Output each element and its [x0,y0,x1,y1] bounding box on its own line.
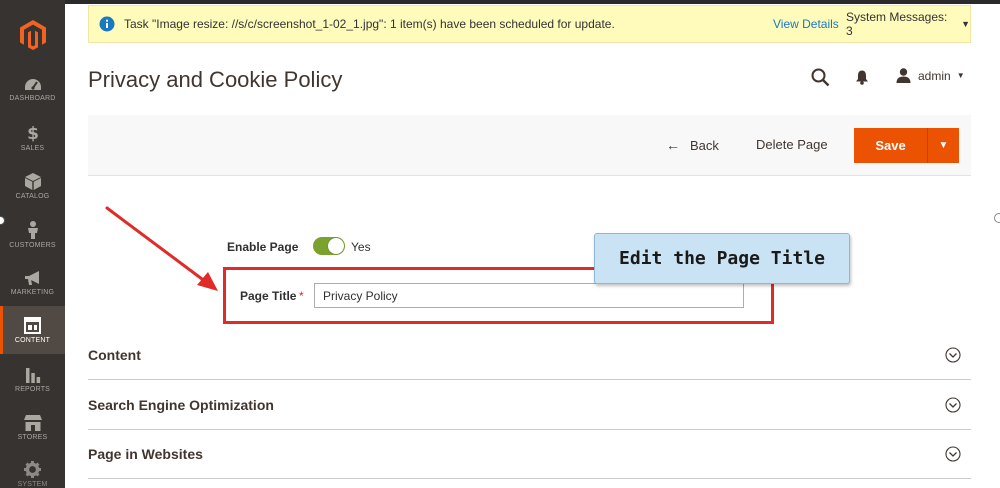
enable-page-toggle[interactable] [313,237,345,255]
sidebar-item-label: SYSTEM [17,480,48,488]
sidebar-item-catalog[interactable]: CATALOG [0,162,65,210]
sidebar-item-reports[interactable]: REPORTS [0,355,65,403]
sidebar-item-system[interactable]: SYSTEM [0,450,65,488]
enable-page-value: Yes [351,240,371,254]
sidebar-item-label: MARKETING [10,288,55,296]
system-messages-dropdown[interactable]: System Messages: 3 ▼ [846,10,970,38]
arrow-left-icon: ← [666,137,680,153]
caret-down-icon: ▼ [961,19,970,29]
view-details-link[interactable]: View Details [773,17,839,31]
section-title: Content [88,347,141,363]
sidebar-item-label: DASHBOARD [9,95,56,102]
chevron-down-circle-icon [945,446,961,462]
top-edge-bar [0,0,1000,4]
admin-username: admin [918,68,951,83]
chevron-down-circle-icon [945,397,961,413]
magento-logo-icon [19,20,46,50]
user-icon [896,68,911,83]
page-title: Privacy and Cookie Policy [88,67,343,92]
edit-page-title-callout: Edit the Page Title [594,233,850,284]
dashboard-icon [24,79,41,90]
megaphone-icon [24,270,39,285]
cube-icon [24,172,41,190]
bell-icon[interactable] [855,70,869,85]
caret-down-icon: ▼ [938,140,949,151]
layout-icon [24,316,41,334]
sidebar-item-label: STORES [17,434,48,441]
save-options-toggle[interactable]: ▼ [927,128,959,163]
toggle-knob [328,238,344,254]
svg-text:$: $ [27,124,39,142]
dollar-icon: $ [27,124,39,142]
gear-icon [24,460,41,478]
admin-user-menu[interactable]: admin ▼ [896,68,965,83]
sidebar-item-label: CATALOG [15,192,50,200]
chevron-down-circle-icon [945,347,961,363]
magento-logo[interactable] [0,4,65,66]
enable-page-label: Enable Page [227,240,299,254]
right-edge-handle [994,213,1000,223]
system-messages-label: System Messages: 3 [846,10,948,38]
sidebar-item-label: CONTENT [14,336,51,344]
section-title: Page in Websites [88,446,203,462]
sidebar-item-label: SALES [20,145,45,152]
section-content[interactable]: Content [88,331,971,380]
caret-down-icon: ▼ [956,71,965,80]
sidebar-item-marketing[interactable]: MARKETING [0,259,65,307]
page-actions-bar: ← Back Delete Page Save ▼ [88,115,971,176]
section-seo[interactable]: Search Engine Optimization [88,381,971,430]
info-icon [99,16,115,32]
admin-sidebar: DASHBOARD $ SALES CATALOG CUSTOMERS MARK… [0,0,65,488]
sidebar-item-label: REPORTS [14,385,51,393]
page-title-input[interactable] [314,283,744,308]
sidebar-item-content[interactable]: CONTENT [0,306,65,354]
notification-message: Task "Image resize: //s/c/screenshot_1-0… [124,17,615,31]
page-title-field-label: Page Title [240,289,297,303]
sidebar-item-customers[interactable]: CUSTOMERS [0,211,65,259]
back-button[interactable]: ← Back [666,137,719,153]
bar-chart-icon [25,367,40,383]
back-button-label: Back [690,137,719,153]
sidebar-item-label: CUSTOMERS [9,242,56,249]
section-title: Search Engine Optimization [88,397,274,413]
sidebar-item-sales[interactable]: $ SALES [0,114,65,162]
save-button[interactable]: Save [854,128,927,163]
sidebar-item-dashboard[interactable]: DASHBOARD [0,66,65,114]
person-icon [27,221,38,239]
section-page-in-websites[interactable]: Page in Websites [88,430,971,479]
store-icon [23,415,42,431]
delete-page-button[interactable]: Delete Page [756,137,828,152]
required-asterisk: * [299,289,304,303]
sidebar-item-stores[interactable]: STORES [0,404,65,452]
search-icon[interactable] [811,68,830,87]
system-notification: Task "Image resize: //s/c/screenshot_1-0… [88,5,971,43]
